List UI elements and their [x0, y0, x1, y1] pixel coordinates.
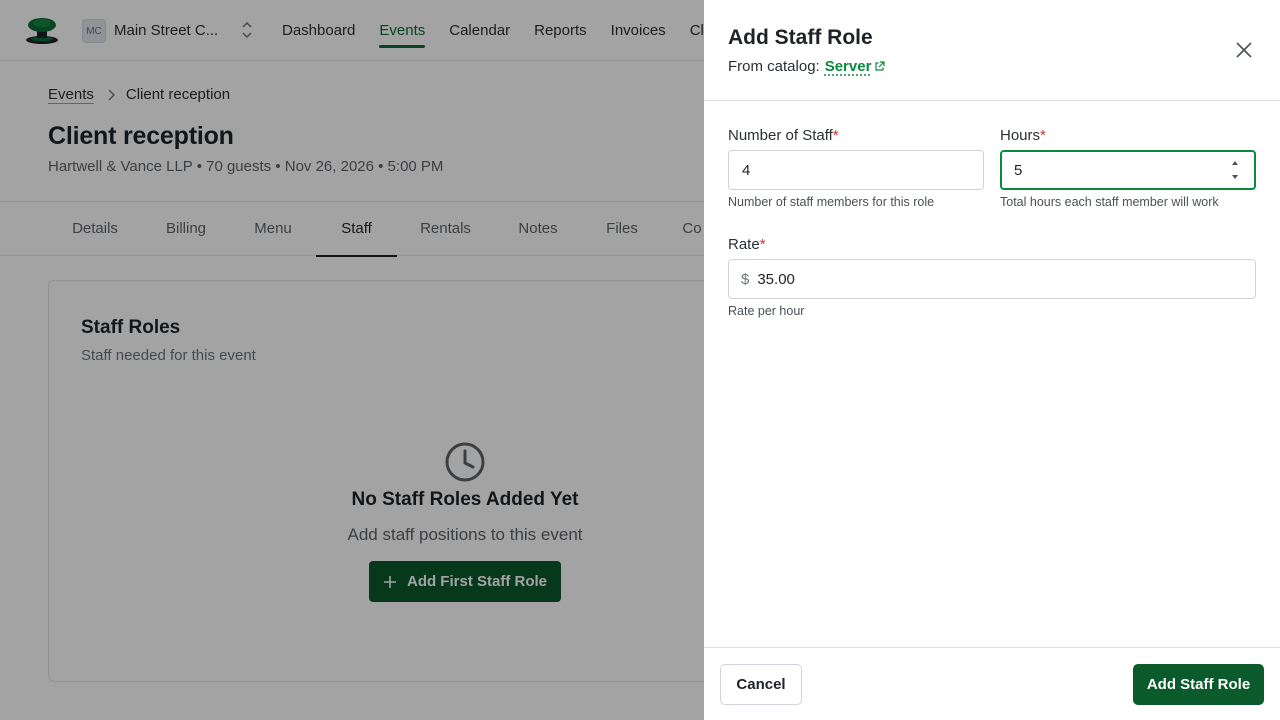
- catalog-source: From catalog: Server: [728, 58, 886, 75]
- close-icon[interactable]: [1234, 40, 1254, 60]
- spinner-down-icon[interactable]: [1230, 173, 1240, 181]
- modal-backdrop[interactable]: [0, 0, 704, 720]
- num-staff-input[interactable]: 4: [728, 150, 984, 190]
- cancel-button[interactable]: Cancel: [720, 664, 802, 705]
- rate-label-text: Rate: [728, 236, 760, 253]
- rate-label: Rate*: [728, 236, 766, 253]
- hours-input[interactable]: 5: [1000, 150, 1256, 190]
- drawer-header: Add Staff Role From catalog: Server: [704, 0, 1280, 101]
- rate-input[interactable]: $ 35.00: [728, 259, 1256, 299]
- catalog-item-link[interactable]: Server: [825, 58, 872, 75]
- required-marker: *: [1040, 127, 1046, 144]
- currency-prefix: $: [741, 270, 750, 288]
- hours-value: 5: [1014, 161, 1023, 179]
- num-staff-hint: Number of staff members for this role: [728, 195, 935, 209]
- catalog-prefix: From catalog:: [728, 58, 820, 75]
- hours-label-text: Hours: [1000, 127, 1041, 144]
- rate-hint: Rate per hour: [728, 304, 805, 318]
- spinner-up-icon[interactable]: [1230, 159, 1240, 167]
- num-staff-label: Number of Staff*: [728, 127, 839, 144]
- add-staff-role-button[interactable]: Add Staff Role: [1133, 664, 1264, 705]
- hours-spinner[interactable]: [1230, 159, 1240, 181]
- drawer-footer: Cancel Add Staff Role: [704, 647, 1280, 720]
- required-marker: *: [759, 236, 766, 253]
- num-staff-value: 4: [742, 161, 751, 179]
- num-staff-label-text: Number of Staff: [728, 127, 833, 144]
- rate-value: 35.00: [757, 270, 795, 288]
- hours-hint: Total hours each staff member will work: [1000, 195, 1219, 209]
- external-link-icon[interactable]: [874, 61, 886, 72]
- drawer-title: Add Staff Role: [728, 26, 873, 49]
- hours-label: Hours*: [1000, 127, 1046, 144]
- required-marker: *: [832, 127, 839, 144]
- add-staff-role-drawer: Add Staff Role From catalog: Server Numb…: [704, 0, 1280, 720]
